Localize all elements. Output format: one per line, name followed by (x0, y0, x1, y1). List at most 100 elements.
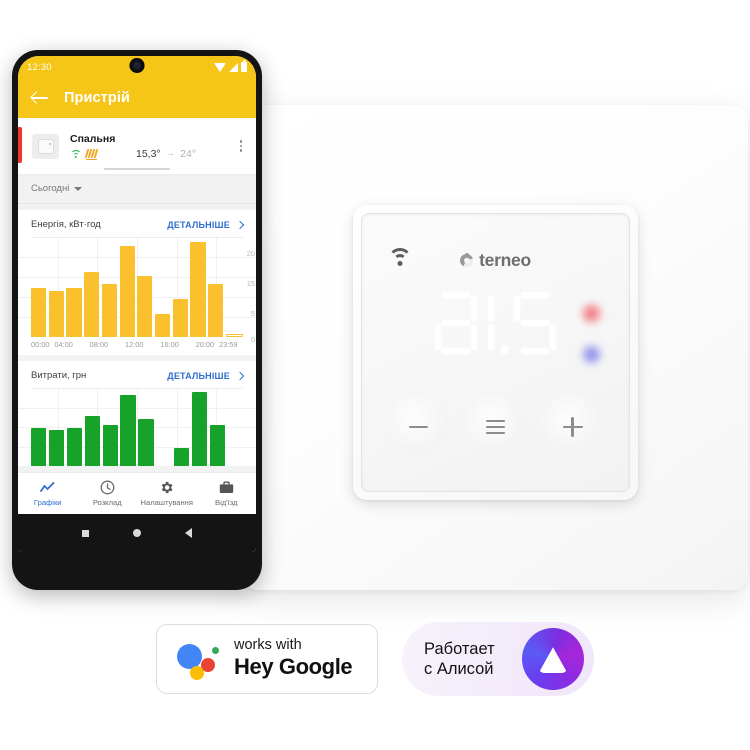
terneo-logo-icon (460, 253, 474, 267)
square-icon[interactable] (82, 529, 89, 537)
thermostat-device: terneo (243, 105, 748, 590)
signal-icon (229, 62, 238, 72)
plus-button[interactable] (540, 395, 605, 459)
chart-bar (137, 276, 153, 337)
clock-icon (100, 480, 115, 495)
back-arrow-icon[interactable] (32, 91, 48, 105)
y-tick-label: 20 (246, 249, 255, 258)
chart-bar (101, 283, 117, 337)
nav-label: Від'їзд (215, 498, 238, 507)
briefcase-icon (219, 480, 234, 495)
brand-logo: terneo (362, 250, 629, 271)
details-label: ДЕТАЛЬНІШЕ (167, 219, 230, 230)
chevron-down-icon (74, 186, 83, 191)
yandex-alice-icon (522, 628, 584, 690)
works-with-label: works with (234, 637, 302, 654)
alice-badge-text: Работает с Алисой (424, 639, 495, 679)
led-indicators (580, 302, 603, 366)
chart-bar (174, 448, 190, 466)
phone-mockup: 12:30 Пристрій Спальня 15,3° → 24° Сього… (12, 50, 262, 590)
nav-label: Налаштування (140, 498, 194, 507)
details-link[interactable]: ДЕТАЛЬНІШЕ (167, 219, 245, 230)
card-drag-handle[interactable] (104, 168, 170, 170)
chart-header: Витрати, грн ДЕТАЛЬНІШЕ (18, 370, 256, 388)
status-icons (214, 60, 247, 72)
android-navigation-bar (18, 514, 256, 552)
chart-bar (66, 287, 82, 337)
google-assistant-icon (177, 638, 219, 680)
y-axis-labels: 20 15 5 0 (235, 237, 255, 344)
alice-line-1: Работает (424, 639, 495, 658)
brand-name: terneo (479, 250, 531, 270)
chart-bar (31, 287, 47, 337)
chart-bar (192, 391, 208, 466)
chart-bar (48, 291, 64, 337)
chart-bar (48, 430, 65, 466)
status-bar: 12:30 (18, 56, 256, 78)
wifi-icon (70, 149, 81, 159)
charts-scroll-area[interactable]: Енергія, кВт·год ДЕТАЛЬНІШЕ 20 15 5 0 00:00… (18, 204, 256, 472)
chart-bar (66, 427, 83, 466)
heating-led (580, 302, 603, 325)
alice-line-2: с Алисой (424, 660, 494, 678)
gear-icon (159, 480, 174, 495)
cost-plot-wrap (18, 388, 256, 466)
x-tick-label: 16:00 (160, 340, 179, 349)
thermostat-faceplate: terneo (361, 213, 630, 492)
menu-button[interactable] (463, 395, 528, 459)
minus-button[interactable] (386, 395, 451, 459)
chart-header: Енергія, кВт·год ДЕТАЛЬНІШЕ (18, 219, 256, 237)
chart-bar (172, 298, 188, 337)
alice-badge: Работает с Алисой (402, 622, 594, 696)
status-clock: 12:30 (27, 61, 52, 73)
google-badge-text: works with Hey Google (234, 637, 353, 680)
status-accent-bar (18, 127, 22, 163)
x-tick-label: 00:00 (31, 340, 50, 349)
y-tick-label: 15 (246, 279, 255, 288)
x-tick-label: 23:59 (219, 340, 238, 349)
nav-item-schedule[interactable]: Розклад (78, 480, 138, 507)
heating-icon (84, 149, 98, 160)
chart-bar (138, 418, 154, 466)
bottom-navigation: Графіки Розклад Налаштування Від'їзд (18, 472, 256, 514)
chart-line-icon (40, 480, 55, 495)
back-triangle-icon[interactable] (185, 528, 192, 538)
minus-icon (409, 425, 428, 429)
nav-label: Розклад (92, 498, 122, 507)
chart-bar (209, 424, 226, 466)
period-label: Сьогодні (31, 183, 70, 194)
hey-google-label: Hey Google (234, 654, 353, 680)
x-tick-label: 12:00 (125, 340, 144, 349)
details-link[interactable]: ДЕТАЛЬНІШЕ (167, 371, 245, 381)
circle-icon[interactable] (133, 529, 141, 537)
nav-item-charts[interactable]: Графіки (18, 480, 78, 507)
x-tick-label: 20:00 (195, 340, 215, 349)
arrow-icon: → (165, 148, 176, 159)
phone-screen: 12:30 Пристрій Спальня 15,3° → 24° Сього… (18, 56, 256, 552)
chart-bar (190, 241, 206, 337)
nav-item-settings[interactable]: Налаштування (137, 480, 197, 507)
chart-bar (84, 415, 100, 466)
google-assistant-badge: works with Hey Google (156, 624, 378, 694)
thermostat-frame: terneo (353, 205, 638, 500)
chart-bar (120, 394, 136, 466)
nav-item-away[interactable]: Від'їзд (197, 480, 257, 507)
chart-bar (84, 272, 100, 337)
device-status-row: 15,3° → 24° (70, 148, 234, 160)
chart-bar (155, 314, 171, 337)
device-card[interactable]: Спальня 15,3° → 24° (18, 118, 256, 174)
energy-chart-card: Енергія, кВт·год ДЕТАЛЬНІШЕ 20 15 5 0 00:00… (18, 210, 256, 355)
cost-bar-plot (31, 388, 243, 466)
page-root: 12:30 Пристрій Спальня 15,3° → 24° Сього… (0, 0, 750, 750)
target-temperature: 24° (180, 147, 197, 160)
x-axis-labels: 00:00 04:00 08:00 12:00 16:00 20:00 23:59 (18, 337, 256, 355)
digit-tens (435, 292, 477, 354)
kebab-menu-icon[interactable] (234, 137, 248, 155)
touch-button-row (362, 395, 629, 459)
period-selector[interactable]: Сьогодні (18, 174, 256, 204)
decimal-point (501, 292, 510, 354)
battery-icon (241, 60, 247, 72)
y-tick-label: 5 (250, 309, 255, 318)
plus-icon (562, 417, 583, 437)
app-bar: Пристрій (18, 78, 256, 118)
